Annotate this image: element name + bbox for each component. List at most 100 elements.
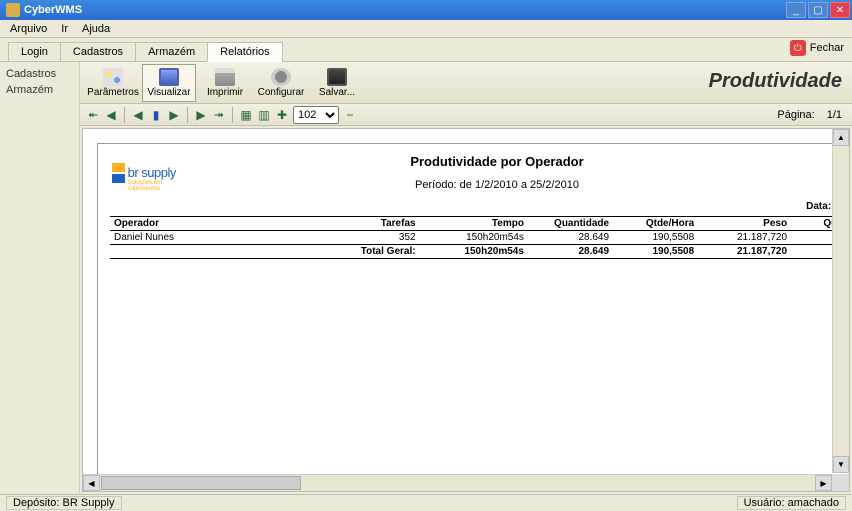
total-quantidade: 28.649 (528, 245, 613, 259)
cell-quantidade: 28.649 (528, 231, 613, 245)
statusbar: Depósito: BR Supply Usuário: amachado (0, 494, 852, 511)
table-row: Daniel Nunes 352 150h20m54s 28.649 190,5… (110, 231, 850, 245)
tab-login[interactable]: Login (8, 42, 61, 61)
menu-label: Ajuda (82, 23, 110, 35)
gear-icon (271, 68, 291, 86)
total-label: Total Geral: (280, 245, 419, 259)
next-nav-icon[interactable]: ▶ (167, 108, 181, 122)
col-qtdehora: Qtde/Hora (613, 217, 698, 231)
visualizar-button[interactable]: Visualizar (142, 64, 196, 102)
tool-label: Parâmetros (87, 87, 139, 98)
tool-label: Visualizar (147, 87, 190, 98)
parametros-icon (103, 68, 123, 86)
save-icon (327, 68, 347, 86)
logo-subtitle: Soluções em suprimentos (128, 180, 182, 192)
tab-relatorios[interactable]: Relatórios (207, 42, 283, 62)
report-page: br supply Soluções em suprimentos Produt… (97, 143, 850, 492)
col-tarefas: Tarefas (280, 217, 419, 231)
first-page-icon[interactable]: ⯬ (86, 108, 100, 122)
configurar-button[interactable]: Configurar (254, 64, 308, 102)
separator (124, 107, 125, 123)
minimize-button[interactable]: _ (786, 2, 806, 18)
scroll-corner (832, 474, 849, 491)
menu-arquivo[interactable]: Arquivo (4, 22, 53, 36)
fit-width-icon[interactable]: ▥ (257, 108, 271, 122)
report-date: Data: 25/2/2010 (110, 201, 850, 212)
scroll-thumb[interactable] (101, 476, 301, 490)
menu-ajuda[interactable]: Ajuda (76, 22, 116, 36)
nav-toolbar: ⯬ ◀ ◀ ▮ ▶ ▶ ⯮ ▦ ▥ ✚ 102 − Página: 1/1 (80, 104, 852, 126)
parametros-button[interactable]: Parâmetros (86, 64, 140, 102)
menu-label: Ir (61, 23, 68, 35)
scroll-down-icon[interactable]: ▼ (833, 456, 849, 473)
titlebar: CyberWMS _ ▢ ✕ (0, 0, 852, 20)
cell-tempo: 150h20m54s (420, 231, 528, 245)
power-icon: ⏻ (790, 40, 806, 56)
fechar-button[interactable]: ⏻ Fechar (790, 40, 844, 56)
sidebar-item-cadastros[interactable]: Cadastros (4, 66, 75, 82)
next-page-icon[interactable]: ▶ (194, 108, 208, 122)
total-peso: 21.187,720 (698, 245, 791, 259)
tabbar: Login Cadastros Armazém Relatórios ⏻ Fec… (0, 38, 852, 62)
report-area: br supply Soluções em suprimentos Produt… (82, 128, 850, 492)
scroll-up-icon[interactable]: ▲ (833, 129, 849, 146)
prev-page-icon[interactable]: ◀ (104, 108, 118, 122)
report-table: Operador Tarefas Tempo Quantidade Qtde/H… (110, 216, 850, 259)
zoom-out-icon[interactable]: − (343, 108, 357, 122)
report-toolbar: Parâmetros Visualizar Imprimir Configura… (80, 62, 852, 104)
last-page-icon[interactable]: ⯮ (212, 108, 226, 122)
cell-operador: Daniel Nunes (110, 231, 280, 245)
menu-label: Arquivo (10, 23, 47, 35)
separator (187, 107, 188, 123)
menu-ir[interactable]: Ir (55, 22, 74, 36)
zoom-select[interactable]: 102 (293, 106, 339, 124)
report-title: Produtividade por Operador (110, 154, 850, 169)
total-tempo: 150h20m54s (420, 245, 528, 259)
scroll-right-icon[interactable]: ▶ (815, 475, 832, 491)
fechar-label: Fechar (810, 42, 844, 54)
app-icon (6, 3, 20, 17)
status-deposito: Depósito: BR Supply (6, 496, 122, 510)
logo: br supply Soluções em suprimentos (112, 160, 192, 196)
page-label: Página: (777, 109, 814, 121)
col-tempo: Tempo (420, 217, 528, 231)
vertical-scrollbar[interactable]: ▲ ▼ (832, 129, 849, 473)
print-icon (215, 68, 235, 86)
zoom-in-icon[interactable]: ✚ (275, 108, 289, 122)
total-row: Total Geral: 150h20m54s 28.649 190,5508 … (110, 245, 850, 259)
window-title: CyberWMS (24, 4, 82, 16)
fit-page-icon[interactable]: ▦ (239, 108, 253, 122)
sidebar: Cadastros Armazém (0, 62, 80, 494)
page-title: Produtividade (709, 70, 842, 93)
col-peso: Peso (698, 217, 791, 231)
bookmark-icon[interactable]: ▮ (149, 108, 163, 122)
col-quantidade: Quantidade (528, 217, 613, 231)
horizontal-scrollbar[interactable]: ◀ ▶ (83, 474, 832, 491)
maximize-button[interactable]: ▢ (808, 2, 828, 18)
cell-tarefas: 352 (280, 231, 419, 245)
logo-bars-icon (112, 163, 125, 193)
tab-cadastros[interactable]: Cadastros (60, 42, 136, 61)
sidebar-item-armazem[interactable]: Armazém (4, 82, 75, 98)
scroll-left-icon[interactable]: ◀ (83, 475, 100, 491)
report-period: Período: de 1/2/2010 a 25/2/2010 (110, 179, 850, 191)
tool-label: Salvar... (319, 87, 355, 98)
tab-armazem[interactable]: Armazém (135, 42, 208, 61)
imprimir-button[interactable]: Imprimir (198, 64, 252, 102)
tool-label: Configurar (258, 87, 305, 98)
date-label: Data: (806, 201, 831, 212)
close-button[interactable]: ✕ (830, 2, 850, 18)
prev-nav-icon[interactable]: ◀ (131, 108, 145, 122)
col-operador: Operador (110, 217, 280, 231)
total-qtdehora: 190,5508 (613, 245, 698, 259)
status-usuario: Usuário: amachado (737, 496, 846, 510)
cell-qtdehora: 190,5508 (613, 231, 698, 245)
page-number: 1/1 (827, 109, 842, 121)
logo-text: br supply (128, 165, 182, 180)
menubar: Arquivo Ir Ajuda (0, 20, 852, 38)
separator (232, 107, 233, 123)
tool-label: Imprimir (207, 87, 243, 98)
salvar-button[interactable]: Salvar... (310, 64, 364, 102)
cell-peso: 21.187,720 (698, 231, 791, 245)
visualizar-icon (159, 68, 179, 86)
